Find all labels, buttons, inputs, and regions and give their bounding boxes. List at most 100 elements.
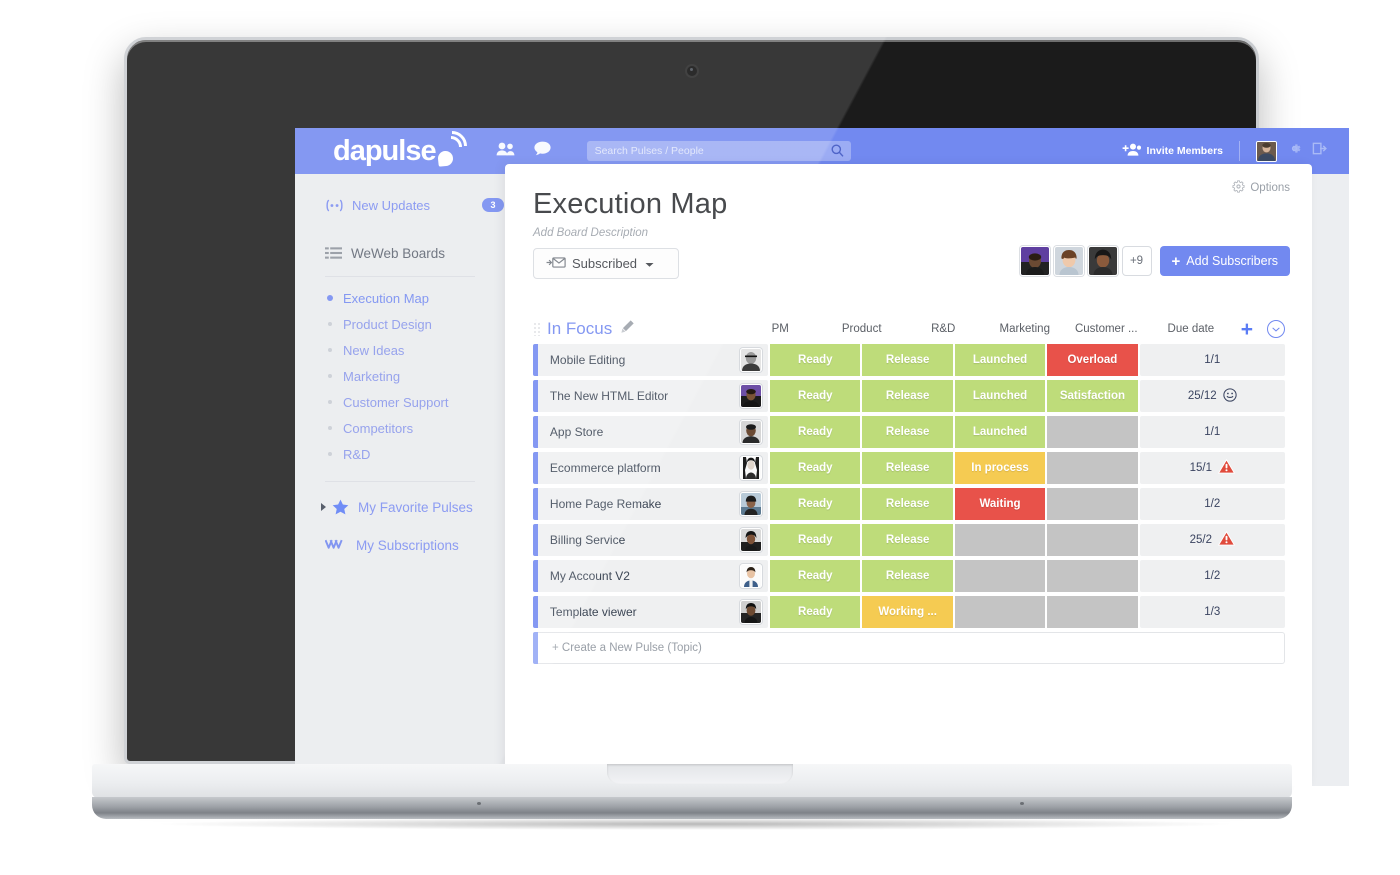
status-cell-marketing[interactable] bbox=[954, 560, 1046, 592]
sidebar-item-customer-support[interactable]: Customer Support bbox=[295, 389, 505, 415]
pm-avatar[interactable] bbox=[740, 420, 763, 444]
status-cell-product[interactable]: Ready bbox=[770, 452, 861, 484]
row-name-cell[interactable]: Mobile Editing bbox=[537, 344, 769, 376]
options-button[interactable]: Options bbox=[1232, 180, 1290, 196]
status-cell-customer[interactable]: Overload bbox=[1047, 344, 1138, 376]
logout-icon[interactable] bbox=[1312, 141, 1327, 161]
gear-icon[interactable] bbox=[1287, 141, 1302, 161]
status-cell-rd[interactable]: Release bbox=[862, 452, 953, 484]
table-row[interactable]: The New HTML Editor Ready Release Launch… bbox=[533, 380, 1285, 412]
status-cell-customer[interactable] bbox=[1047, 452, 1138, 484]
row-name-cell[interactable]: Template viewer bbox=[537, 596, 769, 628]
status-cell-product[interactable]: Ready bbox=[770, 488, 861, 520]
row-name-cell[interactable]: The New HTML Editor bbox=[537, 380, 769, 412]
table-row[interactable]: Billing Service Ready Release 25/2 bbox=[533, 524, 1285, 556]
due-date-cell[interactable]: 1/2 bbox=[1139, 560, 1285, 592]
table-row[interactable]: My Account V2 Ready Release 1/2 bbox=[533, 560, 1285, 592]
group-title[interactable]: In Focus bbox=[547, 319, 612, 339]
smiley-icon[interactable] bbox=[1223, 387, 1237, 405]
status-cell-rd[interactable]: Release bbox=[862, 344, 953, 376]
sidebar-item-competitors[interactable]: Competitors bbox=[295, 415, 505, 441]
status-cell-rd[interactable]: Working ... bbox=[862, 596, 953, 628]
pm-avatar[interactable] bbox=[740, 492, 763, 516]
status-cell-rd[interactable]: Release bbox=[862, 416, 953, 448]
status-cell-marketing[interactable] bbox=[954, 524, 1046, 556]
column-header-pm[interactable]: PM bbox=[739, 323, 821, 335]
search-icon[interactable] bbox=[831, 144, 844, 162]
due-date-cell[interactable]: 1/1 bbox=[1139, 344, 1285, 376]
status-cell-marketing[interactable]: Launched bbox=[954, 380, 1046, 412]
table-row[interactable]: Template viewer Ready Working ... 1/3 bbox=[533, 596, 1285, 628]
status-cell-customer[interactable]: Satisfaction bbox=[1047, 380, 1138, 412]
subscriber-overflow-badge[interactable]: +9 bbox=[1121, 246, 1152, 276]
chat-icon[interactable] bbox=[533, 141, 551, 161]
due-date-cell[interactable]: 15/1 bbox=[1139, 452, 1285, 484]
sidebar-item-favorites[interactable]: My Favorite Pulses bbox=[295, 494, 505, 520]
people-icon[interactable] bbox=[496, 142, 516, 161]
column-header-customer[interactable]: Customer ... bbox=[1066, 323, 1148, 335]
row-name-cell[interactable]: App Store bbox=[537, 416, 769, 448]
chevron-right-icon[interactable] bbox=[321, 503, 326, 511]
status-cell-rd[interactable]: Release bbox=[862, 560, 953, 592]
subscriber-avatar[interactable] bbox=[1087, 246, 1118, 276]
pm-avatar[interactable] bbox=[740, 600, 763, 624]
due-date-cell[interactable]: 1/2 bbox=[1139, 488, 1285, 520]
row-name-cell[interactable]: Ecommerce platform bbox=[537, 452, 769, 484]
user-avatar[interactable] bbox=[1256, 140, 1277, 162]
column-header-rd[interactable]: R&D bbox=[902, 323, 984, 335]
pm-avatar[interactable] bbox=[740, 384, 763, 408]
subscriber-avatar[interactable] bbox=[1053, 246, 1084, 276]
status-cell-marketing[interactable]: In process bbox=[954, 452, 1046, 484]
status-cell-customer[interactable] bbox=[1047, 596, 1138, 628]
dapulse-logo[interactable]: dapulse bbox=[333, 128, 473, 167]
status-cell-customer[interactable] bbox=[1047, 560, 1138, 592]
status-cell-rd[interactable]: Release bbox=[862, 524, 953, 556]
status-cell-product[interactable]: Ready bbox=[770, 416, 861, 448]
add-column-button[interactable]: + bbox=[1241, 319, 1253, 340]
column-header-product[interactable]: Product bbox=[821, 323, 903, 335]
status-cell-rd[interactable]: Release bbox=[862, 488, 953, 520]
table-row[interactable]: App Store Ready Release Launched 1/1 bbox=[533, 416, 1285, 448]
due-date-cell[interactable]: 25/12 bbox=[1139, 380, 1285, 412]
pm-avatar[interactable] bbox=[740, 348, 763, 372]
create-new-pulse-row[interactable]: + Create a New Pulse (Topic) bbox=[533, 632, 1285, 664]
column-header-due-date[interactable]: Due date bbox=[1147, 323, 1235, 335]
sidebar-boards-header[interactable]: WeWeb Boards bbox=[295, 240, 505, 266]
row-name-cell[interactable]: My Account V2 bbox=[537, 560, 769, 592]
status-cell-product[interactable]: Ready bbox=[770, 560, 861, 592]
row-name-cell[interactable]: Billing Service bbox=[537, 524, 769, 556]
board-description-placeholder[interactable]: Add Board Description bbox=[533, 227, 648, 239]
sidebar-item-new-updates[interactable]: New Updates 3 bbox=[295, 192, 505, 218]
sidebar-item-rd[interactable]: R&D bbox=[295, 441, 505, 467]
due-date-cell[interactable]: 25/2 bbox=[1139, 524, 1285, 556]
pm-avatar[interactable] bbox=[740, 528, 763, 552]
sidebar-item-subscriptions[interactable]: My Subscriptions bbox=[295, 532, 505, 558]
sidebar-item-new-ideas[interactable]: New Ideas bbox=[295, 337, 505, 363]
status-cell-rd[interactable]: Release bbox=[862, 380, 953, 412]
table-row[interactable]: Home Page Remake Ready Release Waiting 1… bbox=[533, 488, 1285, 520]
status-cell-marketing[interactable]: Launched bbox=[954, 416, 1046, 448]
status-cell-marketing[interactable]: Launched bbox=[954, 344, 1046, 376]
add-subscribers-button[interactable]: + Add Subscribers bbox=[1159, 246, 1290, 276]
sidebar-item-execution-map[interactable]: Execution Map bbox=[295, 285, 505, 311]
search-input[interactable]: Search Pulses / People bbox=[586, 141, 851, 162]
pm-avatar[interactable] bbox=[740, 564, 763, 588]
status-cell-customer[interactable] bbox=[1047, 416, 1138, 448]
create-new-pulse-input[interactable]: + Create a New Pulse (Topic) bbox=[538, 632, 1285, 664]
status-cell-product[interactable]: Ready bbox=[770, 380, 861, 412]
sidebar-item-product-design[interactable]: Product Design bbox=[295, 311, 505, 337]
chevron-down-icon[interactable] bbox=[1267, 320, 1286, 338]
row-name-cell[interactable]: Home Page Remake bbox=[537, 488, 769, 520]
due-date-cell[interactable]: 1/1 bbox=[1139, 416, 1285, 448]
sidebar-item-marketing[interactable]: Marketing bbox=[295, 363, 505, 389]
drag-handle-icon[interactable] bbox=[533, 322, 541, 336]
column-header-marketing[interactable]: Marketing bbox=[984, 323, 1066, 335]
status-cell-customer[interactable] bbox=[1047, 524, 1138, 556]
table-row[interactable]: Mobile Editing Ready Release Launched Ov… bbox=[533, 344, 1285, 376]
warning-icon[interactable] bbox=[1217, 458, 1236, 477]
edit-pencil-icon[interactable] bbox=[620, 319, 635, 339]
table-row[interactable]: Ecommerce platform Ready Release In proc… bbox=[533, 452, 1285, 484]
invite-members-button[interactable]: Invite Members bbox=[1122, 143, 1223, 159]
status-cell-product[interactable]: Ready bbox=[770, 524, 861, 556]
subscribed-dropdown[interactable]: Subscribed bbox=[533, 248, 679, 279]
